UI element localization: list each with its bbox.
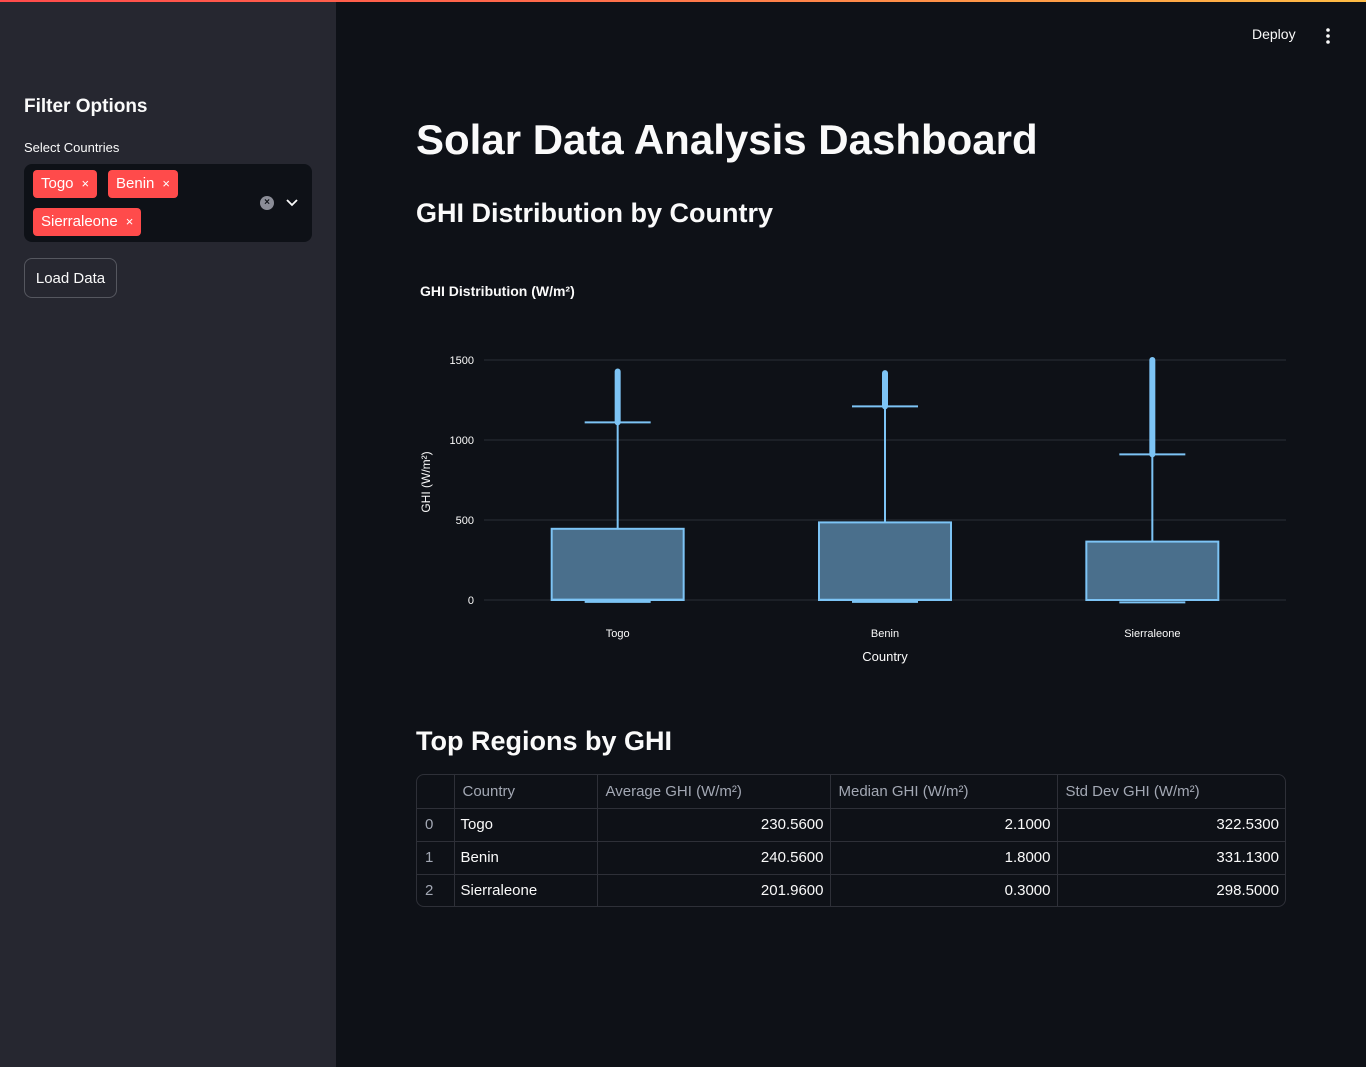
y-tick-label: 1500: [450, 355, 474, 367]
select-countries-label: Select Countries: [24, 140, 120, 155]
page-title: Solar Data Analysis Dashboard: [416, 116, 1038, 163]
y-tick-label: 1000: [450, 435, 474, 447]
median-ghi-cell[interactable]: 0.3000: [830, 874, 1058, 906]
table-row[interactable]: 0 Togo 230.5600 2.1000 322.5300: [417, 808, 1285, 842]
remove-icon[interactable]: ×: [162, 176, 170, 191]
chip-sierraleone: Sierraleone ×: [33, 208, 142, 236]
std-ghi-cell[interactable]: 298.5000: [1057, 874, 1285, 906]
index-header[interactable]: [417, 775, 455, 809]
table-header-row: Country Average GHI (W/m²) Median GHI (W…: [417, 775, 1285, 809]
table-row[interactable]: 2 Sierraleone 201.9600 0.3000 298.5000: [417, 874, 1285, 906]
x-tick-label: Benin: [871, 628, 899, 640]
median-ghi-header[interactable]: Median GHI (W/m²): [830, 775, 1058, 809]
row-index: 0: [417, 808, 455, 842]
table-row[interactable]: 1 Benin 240.5600 1.8000 331.1300: [417, 841, 1285, 875]
remove-icon[interactable]: ×: [82, 176, 90, 191]
y-tick-label: 500: [456, 515, 474, 527]
box-togo: [550, 527, 685, 601]
y-tick-label: 0: [468, 595, 474, 607]
country-multiselect[interactable]: Togo × Benin × Sierraleone × ×: [24, 164, 312, 242]
country-cell[interactable]: Benin: [454, 841, 598, 875]
std-ghi-cell[interactable]: 331.1300: [1057, 841, 1285, 875]
country-cell[interactable]: Sierraleone: [454, 874, 598, 906]
chart-title: GHI Distribution (W/m²): [420, 283, 575, 299]
avg-ghi-cell[interactable]: 201.9600: [597, 874, 831, 906]
chart-svg: GHI Distribution (W/m²) 0 500 1000 1500 GHI (…: [419, 283, 1286, 664]
avg-ghi-header[interactable]: Average GHI (W/m²): [597, 775, 831, 809]
std-ghi-header[interactable]: Std Dev GHI (W/m²): [1057, 775, 1285, 809]
chip-benin: Benin ×: [108, 170, 178, 198]
chevron-down-icon[interactable]: [284, 194, 300, 210]
box-sierraleone: [1085, 540, 1220, 602]
top-decoration-line: [0, 0, 1366, 2]
avg-ghi-cell[interactable]: 230.5600: [597, 808, 831, 842]
country-cell[interactable]: Togo: [454, 808, 598, 842]
median-ghi-cell[interactable]: 2.1000: [830, 808, 1058, 842]
x-tick-label: Togo: [606, 628, 630, 640]
load-data-button[interactable]: Load Data: [24, 258, 117, 298]
chip-label: Sierraleone: [41, 213, 118, 230]
chip-label: Benin: [116, 175, 155, 192]
y-axis-label: GHI (W/m²): [419, 451, 433, 512]
sidebar-title: Filter Options: [24, 96, 148, 117]
ghi-table[interactable]: Country Average GHI (W/m²) Median GHI (W…: [416, 774, 1286, 907]
table-heading: Top Regions by GHI: [416, 726, 672, 756]
median-ghi-cell[interactable]: 1.8000: [830, 841, 1058, 875]
row-index: 1: [417, 841, 455, 875]
std-ghi-cell[interactable]: 322.5300: [1057, 808, 1285, 842]
sidebar: Filter Options Select Countries Togo × Be…: [0, 0, 336, 1067]
box-benin: [818, 521, 952, 601]
remove-icon[interactable]: ×: [126, 214, 134, 229]
country-header[interactable]: Country: [454, 775, 598, 809]
ghi-box-chart: GHI Distribution (W/m²) 0 500 1000 1500 GHI (…: [416, 270, 1306, 680]
vertical-dots-icon[interactable]: [1320, 26, 1336, 46]
x-axis-label: Country: [862, 649, 908, 664]
clear-all-icon[interactable]: ×: [260, 196, 274, 210]
x-tick-label: Sierraleone: [1124, 628, 1180, 640]
row-index: 2: [417, 874, 455, 906]
chip-label: Togo: [41, 175, 74, 192]
deploy-button[interactable]: Deploy: [1252, 26, 1296, 42]
chip-togo: Togo ×: [33, 170, 98, 198]
chart-heading: GHI Distribution by Country: [416, 198, 773, 228]
avg-ghi-cell[interactable]: 240.5600: [597, 841, 831, 875]
